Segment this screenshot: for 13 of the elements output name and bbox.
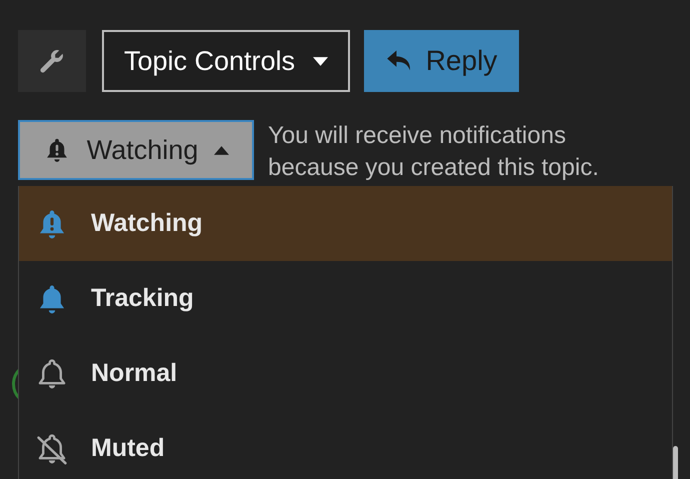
topic-controls-dropdown[interactable]: Topic Controls bbox=[102, 30, 350, 92]
scrollbar-thumb[interactable] bbox=[673, 446, 678, 479]
bell-slash-icon bbox=[35, 432, 69, 464]
menu-item[interactable]: Normal bbox=[19, 336, 672, 411]
menu-item[interactable]: Watching bbox=[19, 186, 672, 261]
wrench-button[interactable] bbox=[18, 30, 86, 92]
notification-description: You will receive notifications because you created this topic. bbox=[268, 121, 600, 183]
menu-item[interactable]: Muted bbox=[19, 411, 672, 479]
caret-icon bbox=[313, 56, 328, 66]
reply-button[interactable]: Reply bbox=[364, 30, 519, 92]
notification-level-dropdown[interactable]: Watching bbox=[18, 120, 254, 180]
menu-item[interactable]: Tracking bbox=[19, 261, 672, 336]
caret-icon bbox=[214, 146, 230, 154]
